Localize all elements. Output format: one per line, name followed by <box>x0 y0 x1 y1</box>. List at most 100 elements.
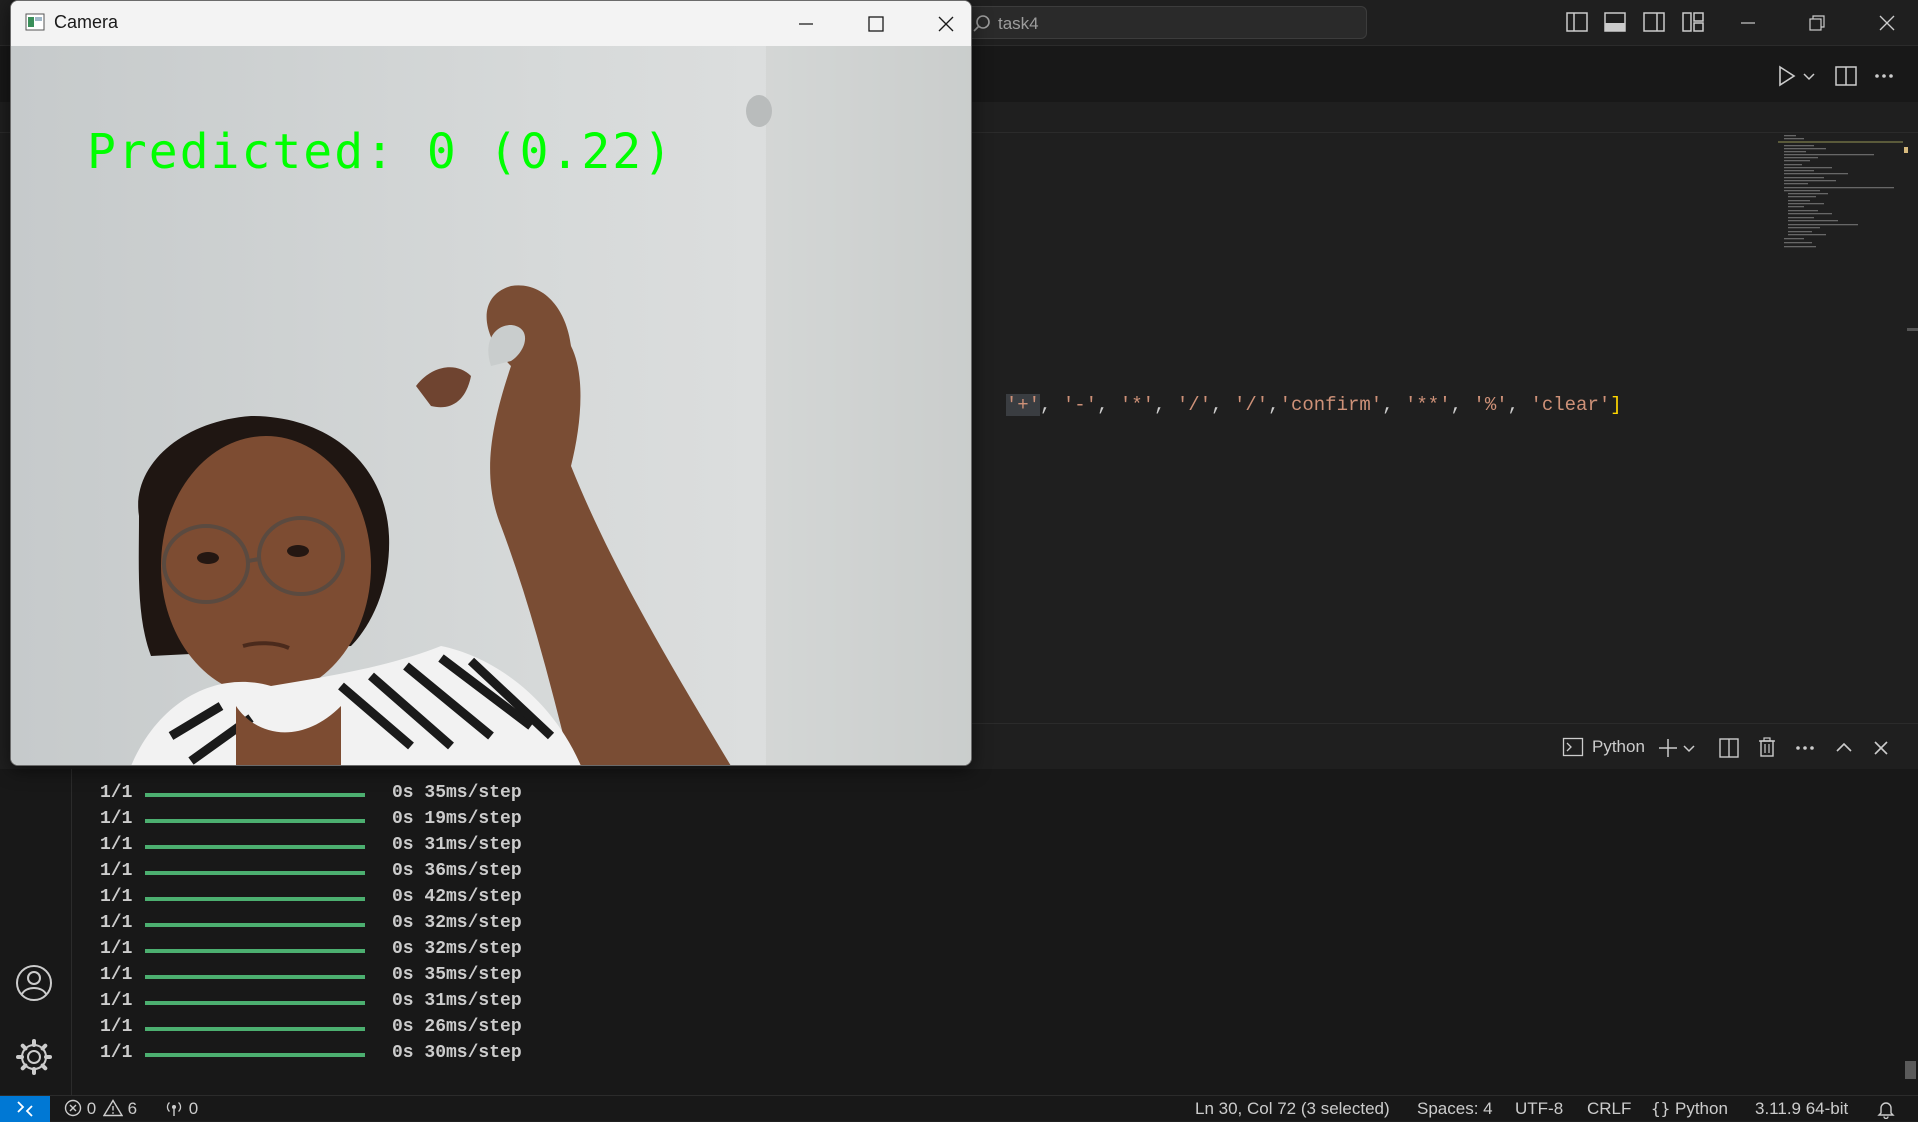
terminal-line: 1/1 0s 32ms/step <box>100 939 522 965</box>
close-panel-icon[interactable] <box>1870 737 1892 759</box>
step-count: 1/1 <box>100 913 133 933</box>
remote-icon <box>17 1101 33 1117</box>
code-punct: , <box>1382 394 1405 416</box>
code-token: '**' <box>1405 394 1451 416</box>
terminal-line: 1/1 0s 35ms/step <box>100 965 522 991</box>
code-punct: , <box>1154 394 1177 416</box>
line-ending[interactable]: CRLF <box>1587 1099 1631 1119</box>
activity-bar <box>0 769 72 1095</box>
step-count: 1/1 <box>100 861 133 881</box>
error-icon <box>64 1099 82 1117</box>
maximize-panel-icon[interactable] <box>1833 737 1855 759</box>
ports-indicator[interactable]: 0 <box>164 1099 198 1119</box>
toggle-panel-icon[interactable] <box>1603 10 1627 34</box>
cursor-position[interactable]: Ln 30, Col 72 (3 selected) <box>1195 1099 1390 1119</box>
code-punct: , <box>1040 394 1063 416</box>
progress-bar <box>145 897 365 901</box>
progress-bar <box>145 975 365 979</box>
customize-layout-icon[interactable] <box>1681 10 1705 34</box>
warning-count: 6 <box>127 1099 138 1118</box>
terminal-scrollbar[interactable] <box>1905 1061 1916 1079</box>
terminal-output[interactable]: 1/1 0s 35ms/step 1/1 0s 19ms/step 1/1 0s 31ms… <box>72 769 1918 1095</box>
terminal-line: 1/1 0s 26ms/step <box>100 1017 522 1043</box>
terminal-profile-label: Python <box>1592 737 1645 756</box>
progress-bar <box>145 1001 365 1005</box>
gear-icon[interactable] <box>14 1037 54 1077</box>
operator-list-code-line[interactable]: '+', '-', '*', '/', '/','confirm', '**',… <box>983 372 1622 416</box>
code-token: '+' <box>1005 394 1041 416</box>
camera-window-title: Camera <box>54 12 119 32</box>
progress-bar <box>145 845 365 849</box>
chevron-down-icon[interactable] <box>1682 742 1696 756</box>
split-editor-icon[interactable] <box>1834 64 1858 88</box>
step-time: 0s 32ms/step <box>392 913 522 933</box>
minimize-icon[interactable] <box>791 9 821 39</box>
file-encoding[interactable]: UTF-8 <box>1515 1099 1563 1119</box>
trash-icon[interactable] <box>1756 736 1778 758</box>
terminal-icon <box>1562 737 1584 757</box>
code-punct: , <box>1097 394 1120 416</box>
step-time: 0s 31ms/step <box>392 835 522 855</box>
toggle-secondary-sidebar-icon[interactable] <box>1642 10 1666 34</box>
step-count: 1/1 <box>100 809 133 829</box>
terminal-line: 1/1 0s 19ms/step <box>100 809 522 835</box>
warning-icon <box>102 1099 124 1117</box>
code-token: '%' <box>1473 394 1508 416</box>
bell-icon[interactable] <box>1876 1099 1896 1119</box>
step-time: 0s 19ms/step <box>392 809 522 829</box>
search-text: task4 <box>998 14 1039 33</box>
step-count: 1/1 <box>100 965 133 985</box>
step-time: 0s 35ms/step <box>392 783 522 803</box>
problems-indicator[interactable]: 0 6 <box>64 1099 137 1119</box>
step-time: 0s 32ms/step <box>392 939 522 959</box>
camera-window[interactable]: Camera Predicted: 0 (0.22) <box>10 0 972 766</box>
step-count: 1/1 <box>100 887 133 907</box>
minimap[interactable] <box>1778 133 1908 293</box>
progress-bar <box>145 819 365 823</box>
command-center-search[interactable]: task4 <box>965 6 1367 39</box>
run-python-file-icon[interactable] <box>1774 64 1798 88</box>
split-terminal-icon[interactable] <box>1718 737 1740 759</box>
step-count: 1/1 <box>100 991 133 1011</box>
terminal-line: 1/1 0s 32ms/step <box>100 913 522 939</box>
accounts-icon[interactable] <box>14 963 54 1003</box>
language-label: Python <box>1675 1099 1728 1118</box>
vscode-minimize-icon[interactable] <box>1733 8 1763 38</box>
progress-bar <box>145 871 365 875</box>
vscode-close-icon[interactable] <box>1872 8 1902 38</box>
vscode-restore-icon[interactable] <box>1802 8 1832 38</box>
code-token: 'confirm' <box>1279 394 1383 416</box>
error-count: 0 <box>86 1099 97 1118</box>
step-time: 0s 42ms/step <box>392 887 522 907</box>
progress-bar <box>145 949 365 953</box>
remote-indicator[interactable] <box>0 1096 50 1122</box>
terminal-line: 1/1 0s 35ms/step <box>100 783 522 809</box>
code-token: '/' <box>1233 394 1269 416</box>
language-mode[interactable]: {} Python <box>1651 1099 1728 1119</box>
code-token: '*' <box>1119 394 1155 416</box>
prediction-overlay: Predicted: 0 (0.22) <box>87 124 675 180</box>
python-interpreter[interactable]: 3.11.9 64-bit <box>1755 1099 1848 1119</box>
step-time: 0s 36ms/step <box>392 861 522 881</box>
step-count: 1/1 <box>100 1017 133 1037</box>
more-actions-icon[interactable] <box>1794 737 1816 759</box>
new-terminal-icon[interactable] <box>1657 737 1679 759</box>
more-actions-icon[interactable] <box>1872 64 1896 88</box>
step-count: 1/1 <box>100 939 133 959</box>
step-count: 1/1 <box>100 1043 133 1063</box>
terminal-line: 1/1 0s 31ms/step <box>100 835 522 861</box>
camera-title-bar[interactable]: Camera <box>11 1 971 46</box>
progress-bar <box>145 1053 365 1057</box>
step-count: 1/1 <box>100 835 133 855</box>
ports-count: 0 <box>188 1099 199 1118</box>
terminal-line: 1/1 0s 36ms/step <box>100 861 522 887</box>
maximize-icon[interactable] <box>861 9 891 39</box>
indentation[interactable]: Spaces: 4 <box>1417 1099 1493 1119</box>
toggle-primary-sidebar-icon[interactable] <box>1565 10 1589 34</box>
code-punct: , <box>1268 394 1280 416</box>
chevron-down-icon[interactable] <box>1802 70 1816 84</box>
terminal-line: 1/1 0s 42ms/step <box>100 887 522 913</box>
status-bar: 0 6 0 Ln 30, Col 72 (3 selected) Spaces:… <box>0 1095 1918 1122</box>
close-icon[interactable] <box>931 9 961 39</box>
terminal-line: 1/1 0s 31ms/step <box>100 991 522 1017</box>
